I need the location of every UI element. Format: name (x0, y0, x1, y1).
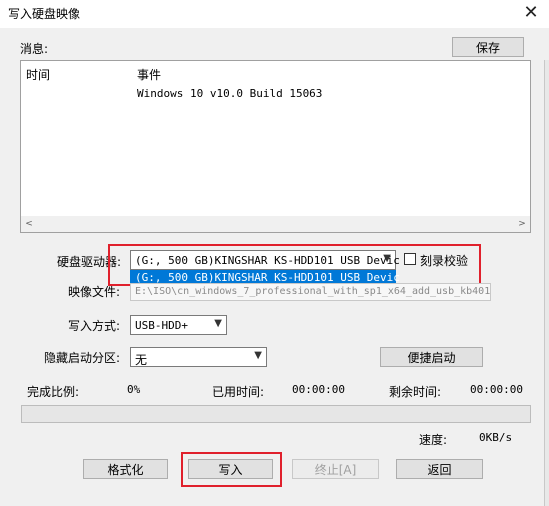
image-file-value: E:\ISO\cn_windows_7_professional_with_sp… (135, 286, 491, 297)
remaining-time-label: 剩余时间: (389, 385, 442, 399)
back-button[interactable]: 返回 (396, 459, 483, 479)
scroll-left-icon[interactable]: < (21, 216, 37, 232)
elapsed-time-value: 00:00:00 (292, 383, 345, 396)
drive-select[interactable]: (G:, 500 GB)KINGSHAR KS-HDD101 USB Devic… (130, 250, 400, 270)
hidden-partition-value: 无 (135, 353, 148, 367)
remaining-time-value: 00:00:00 (470, 383, 523, 396)
message-event-text: Windows 10 v10.0 Build 15063 (137, 87, 323, 100)
drive-selected-value: (G:, 500 GB)KINGSHAR KS-HDD101 USB Devic (135, 254, 400, 267)
write-mode-value: USB-HDD+ (135, 319, 188, 332)
write-button[interactable]: 写入 (188, 459, 273, 479)
column-header-event: 事件 (137, 68, 162, 82)
chevron-down-icon: ▼ (383, 253, 391, 264)
message-list[interactable]: 时间 事件 Windows 10 v10.0 Build 15063 (20, 60, 531, 233)
messages-label: 消息: (20, 42, 49, 56)
write-mode-label: 写入方式: (68, 319, 121, 333)
write-mode-select[interactable]: USB-HDD+ ▼ (130, 315, 227, 335)
title-bar (0, 0, 549, 28)
image-file-field[interactable]: E:\ISO\cn_windows_7_professional_with_sp… (130, 283, 491, 301)
chevron-down-icon: ▼ (254, 350, 262, 361)
hidden-partition-select[interactable]: 无 ▼ (130, 347, 267, 367)
verify-label: 刻录校验 (420, 254, 469, 268)
save-button[interactable]: 保存 (452, 37, 524, 57)
scroll-right-icon[interactable]: > (514, 216, 530, 232)
hidden-partition-label: 隐藏启动分区: (44, 351, 121, 365)
elapsed-time-label: 已用时间: (212, 385, 265, 399)
stop-button[interactable]: 终止[A] (292, 459, 379, 479)
quick-boot-button[interactable]: 便捷启动 (380, 347, 483, 367)
chevron-down-icon: ▼ (214, 318, 222, 329)
complete-ratio-value: 0% (127, 383, 141, 396)
progress-bar (21, 405, 531, 423)
close-icon[interactable]: ✕ (519, 1, 543, 25)
speed-value: 0KB/s (479, 431, 513, 444)
complete-ratio-label: 完成比例: (27, 385, 80, 399)
horizontal-scrollbar[interactable]: < > (21, 216, 530, 232)
format-button[interactable]: 格式化 (83, 459, 168, 479)
speed-label: 速度: (419, 433, 448, 447)
image-file-label: 映像文件: (68, 285, 121, 299)
verify-checkbox[interactable] (404, 253, 416, 265)
column-header-time: 时间 (26, 68, 51, 82)
window-title: 写入硬盘映像 (8, 7, 81, 21)
background-window-edge (544, 60, 549, 506)
